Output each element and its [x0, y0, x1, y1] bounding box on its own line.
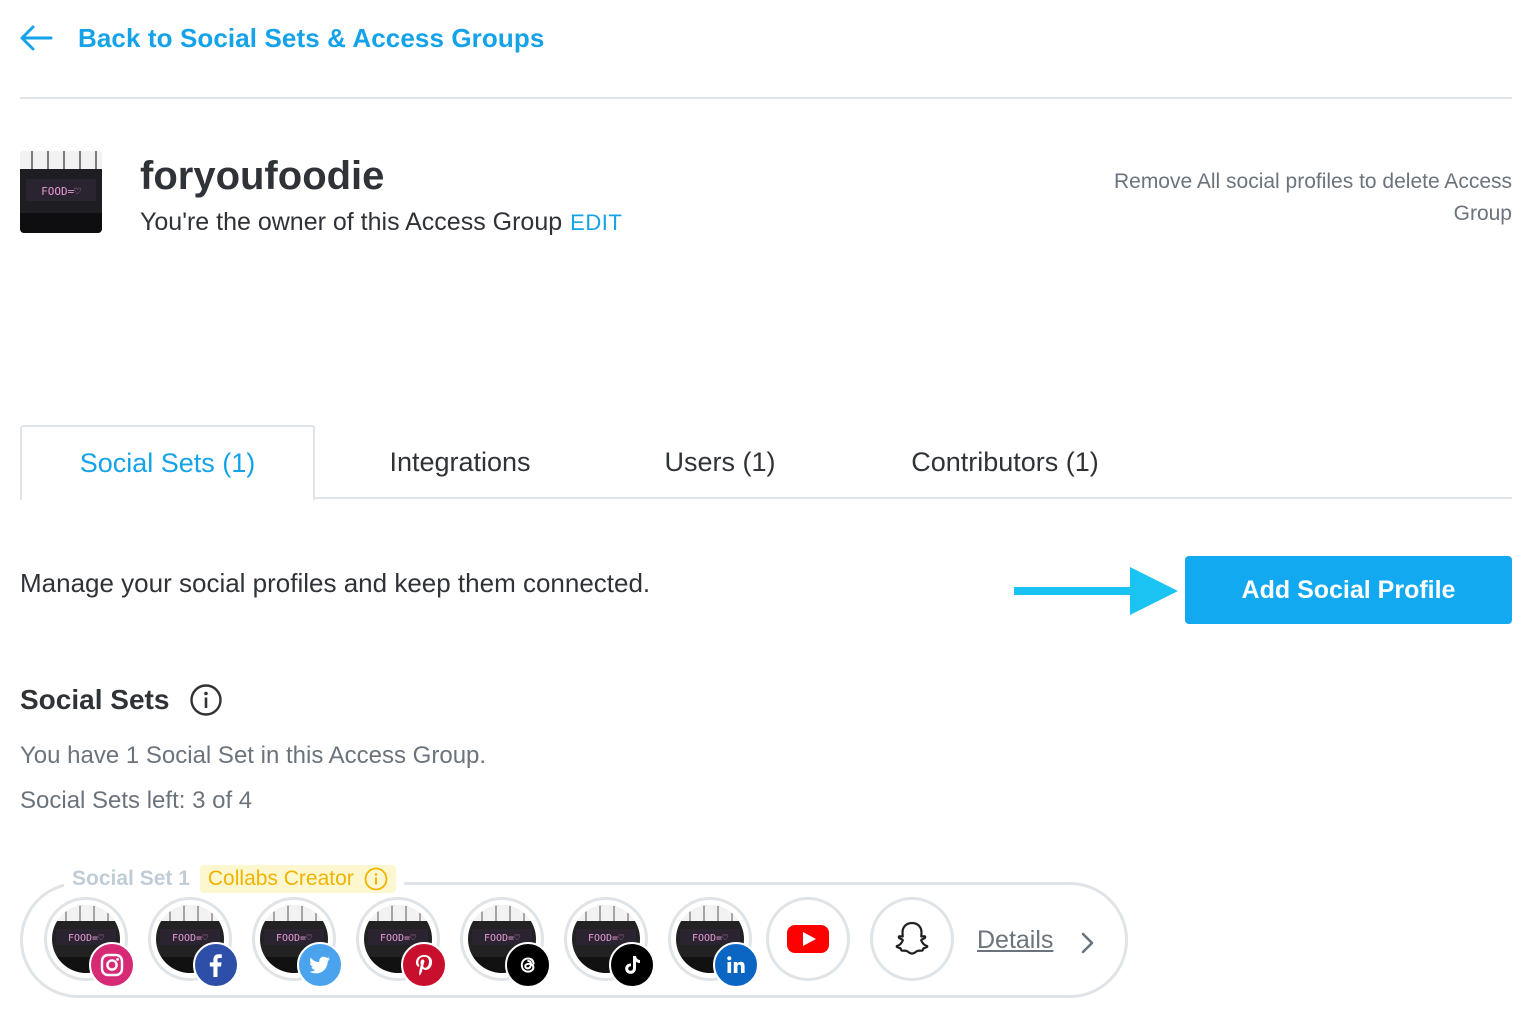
svg-text:FOOD=♡: FOOD=♡ [692, 933, 728, 944]
info-icon [364, 867, 388, 891]
instagram-icon [89, 942, 135, 988]
youtube-icon [787, 925, 829, 953]
pinterest-icon [401, 942, 447, 988]
owner-line: You're the owner of this Access Group ED… [140, 208, 622, 237]
facebook-icon [193, 942, 239, 988]
social-sets-left: Social Sets left: 3 of 4 [20, 787, 253, 814]
profile-linkedin[interactable]: FOOD=♡ [668, 897, 759, 988]
tab-social-sets[interactable]: Social Sets (1) [20, 425, 315, 501]
back-link[interactable]: Back to Social Sets & Access Groups [18, 20, 544, 56]
profile-youtube[interactable] [766, 897, 850, 981]
remove-note: Remove All social profiles to delete Acc… [1113, 170, 1512, 225]
svg-text:FOOD=♡: FOOD=♡ [172, 933, 208, 944]
social-sets-heading: Social Sets [20, 683, 223, 717]
owner-text: You're the owner of this Access Group [140, 208, 563, 236]
group-name: foryoufoodie [140, 154, 385, 198]
svg-text:FOOD=♡: FOOD=♡ [276, 933, 312, 944]
threads-icon [505, 942, 551, 988]
social-sets-title: Social Sets [20, 684, 170, 715]
social-set-legend: Social Set 1 Collabs Creator [64, 864, 404, 894]
social-set-label: Social Set 1 [72, 867, 190, 890]
edit-link[interactable]: EDIT [570, 210, 622, 236]
profile-instagram[interactable]: FOOD=♡ [44, 897, 135, 988]
profile-facebook[interactable]: FOOD=♡ [148, 897, 239, 988]
tab-contributors[interactable]: Contributors (1) [880, 425, 1130, 499]
manage-description: Manage your social profiles and keep the… [20, 568, 651, 598]
tab-users[interactable]: Users (1) [640, 425, 800, 499]
details-link[interactable]: Details [977, 926, 1053, 955]
svg-text:FOOD=♡: FOOD=♡ [484, 933, 520, 944]
linkedin-icon [713, 942, 759, 988]
collabs-creator-badge[interactable]: Collabs Creator [199, 865, 396, 893]
profile-tiktok[interactable]: FOOD=♡ [564, 897, 655, 988]
profile-threads[interactable]: FOOD=♡ [460, 897, 551, 988]
tab-bar: Social Sets (1) Integrations Users (1) C… [20, 425, 1512, 501]
callout-arrow-icon [1014, 567, 1178, 615]
divider [20, 97, 1512, 99]
tab-integrations[interactable]: Integrations [365, 425, 555, 499]
add-social-profile-button[interactable]: Add Social Profile [1185, 556, 1512, 624]
profile-pinterest[interactable]: FOOD=♡ [356, 897, 447, 988]
arrow-left-icon [20, 25, 53, 51]
svg-text:FOOD=♡: FOOD=♡ [68, 933, 104, 944]
group-avatar: FOOD=♡ [20, 151, 102, 233]
profile-snapchat[interactable] [870, 897, 954, 981]
back-link-label: Back to Social Sets & Access Groups [78, 22, 545, 53]
collabs-creator-label: Collabs Creator [207, 867, 354, 890]
twitter-icon [297, 942, 343, 988]
info-icon[interactable] [189, 683, 223, 717]
tiktok-icon [609, 942, 655, 988]
snapchat-icon [895, 921, 929, 955]
avatar-text: FOOD=♡ [41, 185, 81, 198]
chevron-right-icon[interactable] [1076, 928, 1098, 958]
social-set-count: You have 1 Social Set in this Access Gro… [20, 742, 487, 769]
svg-text:FOOD=♡: FOOD=♡ [588, 933, 624, 944]
profile-twitter[interactable]: FOOD=♡ [252, 897, 343, 988]
svg-text:FOOD=♡: FOOD=♡ [380, 933, 416, 944]
